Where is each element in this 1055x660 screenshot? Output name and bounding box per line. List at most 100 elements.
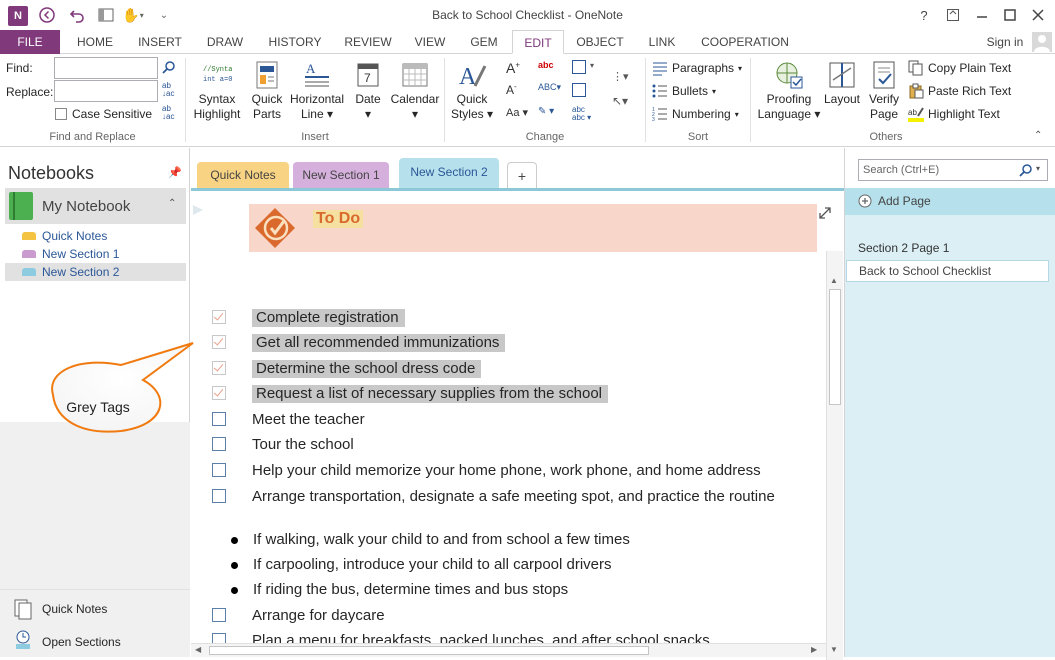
- tab-history[interactable]: HISTORY: [258, 30, 332, 54]
- section-item-new-section-1[interactable]: New Section 1: [5, 245, 186, 263]
- notebook-my-notebook[interactable]: My Notebook ⌃: [5, 188, 186, 224]
- bullets-button[interactable]: Bullets ▾: [652, 82, 716, 100]
- change-case-icon[interactable]: Aa ▾: [506, 106, 528, 119]
- quick-styles-button[interactable]: A Quick Styles ▾: [448, 60, 496, 122]
- tab-object[interactable]: OBJECT: [568, 30, 632, 54]
- add-page-button[interactable]: Add Page: [845, 188, 1055, 215]
- text-effect-icon[interactable]: ✎ ▾: [538, 106, 560, 122]
- todo-item-text: Meet the teacher: [252, 411, 365, 428]
- page-list-item-back-to-school[interactable]: Back to School Checklist: [846, 260, 1049, 282]
- page-scrollbar-thumb[interactable]: [829, 289, 841, 405]
- close-button[interactable]: [1026, 4, 1050, 26]
- tab-gem[interactable]: GEM: [460, 30, 508, 54]
- tab-home[interactable]: HOME: [66, 30, 124, 54]
- tab-link[interactable]: LINK: [636, 30, 688, 54]
- replace-input[interactable]: [54, 80, 158, 102]
- expand-page-icon[interactable]: [817, 205, 833, 221]
- calendar-button[interactable]: Calendar ▾: [388, 60, 442, 122]
- tab-edit[interactable]: EDIT: [512, 30, 564, 54]
- verify-page-button[interactable]: Verify Page: [864, 60, 904, 122]
- todo-item: Arrange for daycare: [191, 607, 816, 627]
- paragraphs-button[interactable]: Paragraphs ▾: [652, 59, 742, 77]
- quick-notes-footer-link[interactable]: Quick Notes: [42, 602, 107, 616]
- notebook-pane-empty-area: [0, 422, 190, 589]
- find-input[interactable]: [54, 57, 158, 79]
- todo-item-text: Help your child memorize your home phone…: [252, 462, 761, 479]
- replace-all-icon[interactable]: ab ↓ac: [162, 105, 174, 121]
- pin-icon[interactable]: 📌: [168, 166, 182, 179]
- bullets-label: Bullets: [672, 84, 709, 98]
- tab-insert[interactable]: INSERT: [128, 30, 192, 54]
- page-title-banner: To Do: [249, 204, 817, 252]
- replace-icon[interactable]: ab ↓ac: [162, 82, 174, 98]
- paste-rich-text-button[interactable]: Paste Rich Text: [908, 82, 1011, 100]
- todo-item-text: If carpooling, introduce your child to a…: [253, 556, 612, 573]
- ribbon: Find: Replace: ab ↓ac ab ↓ac Case Sensitiv…: [0, 54, 1055, 147]
- page-scrollbar[interactable]: ▲ ▼: [826, 251, 843, 660]
- section-item-label: New Section 2: [42, 265, 120, 279]
- select-box-dropdown-icon[interactable]: ▾: [590, 61, 594, 70]
- arrange-icon[interactable]: ⋮▾: [612, 70, 629, 83]
- select-pointer-icon[interactable]: ↖▾: [612, 94, 628, 108]
- section-tab-new-section-2[interactable]: New Section 2: [399, 158, 499, 188]
- highlight-text-button[interactable]: ab Highlight Text: [908, 105, 1000, 123]
- border-icon[interactable]: [572, 83, 586, 97]
- collapse-ribbon-icon[interactable]: ⌃: [1034, 130, 1042, 141]
- todo-checkbox-icon[interactable]: [212, 463, 226, 477]
- text-direction-icon[interactable]: ABC▾: [538, 82, 561, 98]
- page-horizontal-scrollbar-thumb[interactable]: [209, 646, 649, 655]
- section-tab-quick-notes[interactable]: Quick Notes: [197, 162, 289, 188]
- open-sections-footer-link[interactable]: Open Sections: [42, 635, 121, 649]
- todo-item-text: Request a list of necessary supplies fro…: [252, 385, 609, 403]
- help-button[interactable]: ?: [912, 4, 936, 26]
- strikethrough-icon[interactable]: abc abc ▾: [572, 106, 591, 122]
- copy-plain-text-button[interactable]: Copy Plain Text: [908, 59, 1011, 77]
- proofing-language-icon: [774, 60, 804, 90]
- tab-cooperation[interactable]: COOPERATION: [692, 30, 798, 54]
- ribbon-display-button[interactable]: [941, 4, 965, 26]
- collapse-notebook-icon[interactable]: ⌃: [168, 198, 176, 209]
- section-tab-new-section-1[interactable]: New Section 1: [293, 162, 389, 188]
- spell-check-icon[interactable]: abc: [538, 60, 556, 76]
- section-item-quick-notes[interactable]: Quick Notes: [5, 227, 186, 245]
- search-box[interactable]: Search (Ctrl+E) ▾: [858, 159, 1048, 181]
- numbering-button[interactable]: 123 Numbering ▾: [652, 105, 739, 123]
- date-button[interactable]: 7 Date ▾: [350, 60, 386, 122]
- todo-item-text: Arrange for daycare: [252, 607, 385, 624]
- scroll-left-icon[interactable]: ◀: [195, 645, 201, 654]
- page-horizontal-scrollbar[interactable]: ◀ ▶: [191, 643, 826, 657]
- quick-parts-button[interactable]: Quick Parts: [247, 60, 287, 122]
- page-list-item-section-2-page-1[interactable]: Section 2 Page 1: [858, 241, 949, 255]
- todo-checkbox-icon[interactable]: [212, 608, 226, 622]
- scroll-down-icon[interactable]: ▼: [830, 645, 838, 654]
- minimize-button[interactable]: [970, 4, 994, 26]
- search-scope-dropdown-icon[interactable]: ▾: [1036, 164, 1040, 173]
- todo-checkbox-icon[interactable]: [212, 489, 226, 503]
- tab-review[interactable]: REVIEW: [336, 30, 400, 54]
- maximize-button[interactable]: [998, 4, 1022, 26]
- svg-text:3: 3: [652, 117, 655, 122]
- sign-in-link[interactable]: Sign in: [982, 30, 1028, 54]
- find-search-icon[interactable]: [162, 60, 176, 77]
- syntax-highlight-button[interactable]: //Syntax int a=0; Syntax Highlight: [189, 60, 245, 122]
- todo-checkbox-checked-icon[interactable]: [212, 310, 226, 324]
- tab-file[interactable]: FILE: [0, 30, 60, 54]
- add-section-tab[interactable]: +: [507, 162, 537, 188]
- tab-draw[interactable]: DRAW: [196, 30, 254, 54]
- horizontal-line-button[interactable]: A Horizontal Line ▾: [288, 60, 346, 122]
- scroll-right-icon[interactable]: ▶: [811, 645, 817, 654]
- section-item-new-section-2[interactable]: New Section 2: [5, 263, 186, 281]
- avatar[interactable]: [1032, 32, 1052, 52]
- scroll-up-icon[interactable]: ▲: [830, 276, 838, 285]
- proofing-language-button[interactable]: Proofing Language ▾: [754, 60, 824, 122]
- shrink-font-icon[interactable]: A-: [506, 82, 517, 97]
- grow-font-icon[interactable]: A+: [506, 60, 520, 76]
- tab-view[interactable]: VIEW: [404, 30, 456, 54]
- section-color-icon: [22, 250, 36, 258]
- highlight-text-label: Highlight Text: [928, 107, 1000, 121]
- layout-button[interactable]: Layout: [822, 60, 862, 107]
- select-box-icon[interactable]: [572, 60, 586, 74]
- case-sensitive-checkbox[interactable]: [55, 108, 67, 120]
- search-icon[interactable]: [1019, 163, 1033, 180]
- window-title: Back to School Checklist - OneNote: [432, 8, 623, 22]
